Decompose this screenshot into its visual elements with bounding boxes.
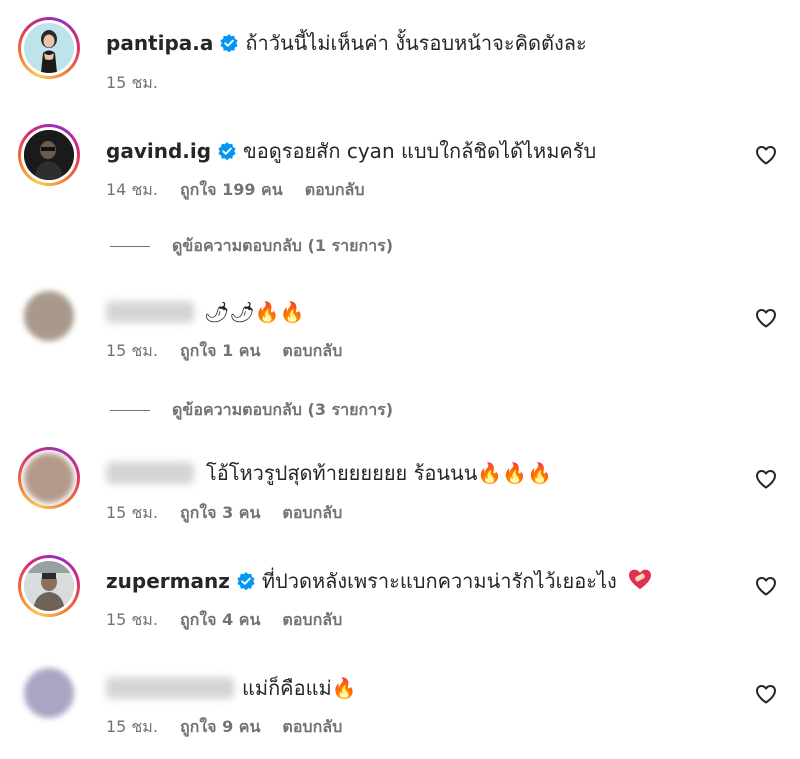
like-heart-icon[interactable]	[754, 143, 778, 167]
timestamp[interactable]: 15 ชม.	[106, 339, 158, 364]
avatar[interactable]	[18, 447, 80, 509]
avatar[interactable]	[18, 17, 80, 79]
profile-photo-icon	[24, 23, 74, 73]
username-link[interactable]	[106, 462, 194, 484]
reply-button[interactable]: ตอบกลับ	[305, 178, 365, 203]
username-link[interactable]	[106, 677, 234, 699]
comment-text: ถ้าวันนี้ไม่เห็นค่า งั้นรอบหน้าจะคิดตังล…	[245, 31, 587, 55]
mending-heart-emoji	[627, 568, 653, 595]
verified-badge-icon	[237, 572, 255, 591]
comment-meta: 15 ชม. ถูกใจ 4 คน ตอบกลับ	[106, 608, 342, 633]
comment-meta: 14 ชม. ถูกใจ 199 คน ตอบกลับ	[106, 178, 365, 203]
avatar[interactable]	[18, 124, 80, 186]
avatar[interactable]	[18, 555, 80, 617]
divider	[110, 410, 150, 411]
comment-text: แม่ก็คือแม่	[242, 676, 332, 700]
verified-badge-icon	[220, 34, 238, 53]
username-link[interactable]: zupermanz	[106, 569, 230, 593]
comment-text: ที่ปวดหลังเพราะแบกความน่ารักไว้เยอะไง	[261, 569, 617, 593]
timestamp[interactable]: 14 ชม.	[106, 178, 158, 203]
profile-photo-icon	[24, 561, 74, 611]
comment-meta: 15 ชม. ถูกใจ 9 คน ตอบกลับ	[106, 715, 342, 740]
likes-count[interactable]: ถูกใจ 9 คน	[180, 715, 260, 740]
reply-button[interactable]: ตอบกลับ	[282, 339, 342, 364]
timestamp[interactable]: 15 ชม.	[106, 715, 158, 740]
reply-button[interactable]: ตอบกลับ	[282, 608, 342, 633]
comment-meta: 15 ชม. ถูกใจ 1 คน ตอบกลับ	[106, 339, 342, 364]
like-heart-icon[interactable]	[754, 574, 778, 598]
timestamp[interactable]: 15 ชม.	[106, 71, 158, 96]
reply-button[interactable]: ตอบกลับ	[282, 501, 342, 526]
divider	[110, 246, 150, 247]
profile-photo-icon	[24, 130, 74, 180]
verified-badge-icon	[218, 142, 236, 161]
like-heart-icon[interactable]	[754, 682, 778, 706]
like-heart-icon[interactable]	[754, 306, 778, 330]
like-heart-icon[interactable]	[754, 467, 778, 491]
comment-text: ขอดูรอยสัก cyan แบบใกล้ชิดได้ไหมครับ	[243, 139, 597, 163]
comment-text: โอ้โหวรูปสุดท้ายยยยยย ร้อนนน	[206, 461, 478, 485]
view-replies-label: ดูข้อความตอบกลับ (1 รายการ)	[172, 236, 394, 255]
comment-line: pantipa.a ถ้าวันนี้ไม่เห็นค่า งั้นรอบหน้…	[106, 28, 587, 58]
comment-emojis: 🔥	[331, 676, 357, 700]
username-link[interactable]: pantipa.a	[106, 31, 213, 55]
comment-line: แม่ก็คือแม่ 🔥	[106, 673, 357, 703]
comment-line: zupermanz ที่ปวดหลังเพราะแบกความน่ารักไว…	[106, 566, 653, 596]
comment-meta: 15 ชม.	[106, 71, 158, 96]
comment-meta: 15 ชม. ถูกใจ 3 คน ตอบกลับ	[106, 501, 342, 526]
comment-emojis: 🔥🔥🔥	[477, 461, 553, 485]
avatar[interactable]	[18, 662, 80, 724]
timestamp[interactable]: 15 ชม.	[106, 501, 158, 526]
likes-count[interactable]: ถูกใจ 4 คน	[180, 608, 260, 633]
timestamp[interactable]: 15 ชม.	[106, 608, 158, 633]
likes-count[interactable]: ถูกใจ 1 คน	[180, 339, 260, 364]
view-replies-button[interactable]: ดูข้อความตอบกลับ (3 รายการ)	[110, 398, 393, 423]
mending-heart-icon	[628, 569, 651, 589]
likes-count[interactable]: ถูกใจ 3 คน	[180, 501, 260, 526]
comment-emojis: 🌶🌶🔥🔥	[204, 300, 305, 324]
avatar[interactable]	[18, 285, 80, 347]
view-replies-label: ดูข้อความตอบกลับ (3 รายการ)	[172, 400, 394, 419]
likes-count[interactable]: ถูกใจ 199 คน	[180, 178, 283, 203]
comment-line: โอ้โหวรูปสุดท้ายยยยยย ร้อนนน 🔥🔥🔥	[106, 458, 552, 488]
username-link[interactable]	[106, 301, 194, 323]
comment-line: 🌶🌶🔥🔥	[106, 297, 305, 327]
comment-line: gavind.ig ขอดูรอยสัก cyan แบบใกล้ชิดได้ไ…	[106, 136, 596, 166]
reply-button[interactable]: ตอบกลับ	[282, 715, 342, 740]
username-link[interactable]: gavind.ig	[106, 139, 211, 163]
view-replies-button[interactable]: ดูข้อความตอบกลับ (1 รายการ)	[110, 234, 393, 259]
